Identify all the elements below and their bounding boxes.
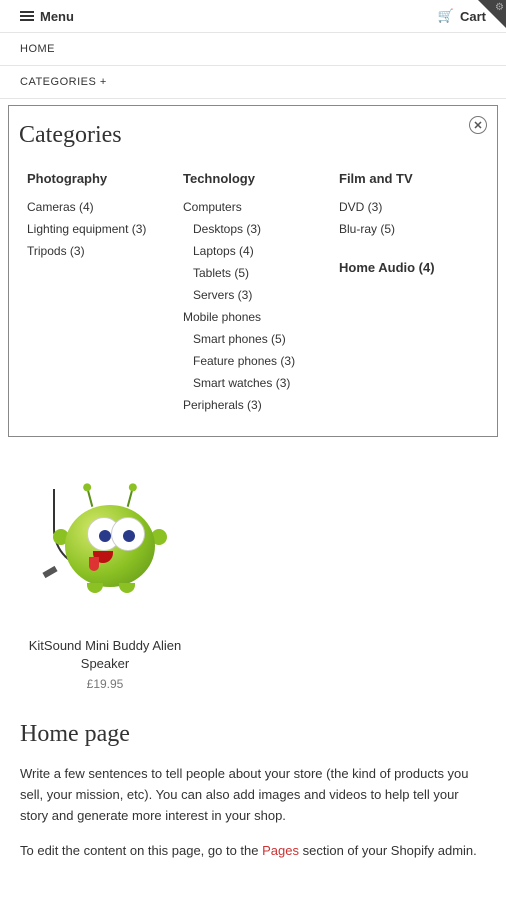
cat-link-mobile[interactable]: Mobile phones: [183, 306, 323, 328]
close-icon[interactable]: ✕: [469, 116, 487, 134]
cat-link-tablets[interactable]: Tablets (5): [183, 262, 323, 284]
col-heading[interactable]: Photography: [27, 171, 167, 186]
hamburger-icon: [20, 9, 34, 23]
category-col-filmtv: Film and TV DVD (3) Blu-ray (5) Home Aud…: [331, 165, 487, 416]
col-heading[interactable]: Film and TV: [339, 171, 479, 186]
product-price: £19.95: [20, 677, 190, 691]
home-paragraph-2: To edit the content on this page, go to …: [20, 841, 486, 862]
col-heading-homeaudio[interactable]: Home Audio (4): [339, 260, 479, 275]
col-heading[interactable]: Technology: [183, 171, 323, 186]
categories-columns: Photography Cameras (4) Lighting equipme…: [19, 165, 487, 416]
category-col-photography: Photography Cameras (4) Lighting equipme…: [19, 165, 175, 416]
cat-link-featurephones[interactable]: Feature phones (3): [183, 350, 323, 372]
cat-link-desktops[interactable]: Desktops (3): [183, 218, 323, 240]
breadcrumb[interactable]: HOME: [0, 33, 506, 66]
categories-panel: ✕ Categories Photography Cameras (4) Lig…: [8, 105, 498, 437]
menu-button[interactable]: Menu: [20, 9, 74, 24]
cat-link-lighting[interactable]: Lighting equipment (3): [27, 218, 167, 240]
home-section: Home page Write a few sentences to tell …: [0, 721, 506, 900]
gear-icon: ⚙: [495, 2, 504, 13]
menu-label: Menu: [40, 9, 74, 24]
cat-link-dvd[interactable]: DVD (3): [339, 196, 479, 218]
cat-link-cameras[interactable]: Cameras (4): [27, 196, 167, 218]
home-paragraph-1: Write a few sentences to tell people abo…: [20, 764, 486, 826]
topbar: Menu 🛒 Cart ⚙: [0, 0, 506, 33]
cat-link-servers[interactable]: Servers (3): [183, 284, 323, 306]
cat-link-bluray[interactable]: Blu-ray (5): [339, 218, 479, 240]
categories-toggle[interactable]: CATEGORIES +: [0, 66, 506, 99]
categories-title: Categories: [19, 122, 487, 149]
cat-link-peripherals[interactable]: Peripherals (3): [183, 394, 323, 416]
cat-link-laptops[interactable]: Laptops (4): [183, 240, 323, 262]
cart-icon: 🛒: [438, 8, 454, 24]
product-card[interactable]: KitSound Mini Buddy Alien Speaker £19.95: [20, 467, 190, 691]
cat-link-smartphones[interactable]: Smart phones (5): [183, 328, 323, 350]
cat-link-smartwatches[interactable]: Smart watches (3): [183, 372, 323, 394]
product-title: KitSound Mini Buddy Alien Speaker: [20, 637, 190, 673]
cat-link-tripods[interactable]: Tripods (3): [27, 240, 167, 262]
page-title: Home page: [20, 721, 486, 748]
pages-link[interactable]: Pages: [262, 843, 299, 858]
cat-link-computers[interactable]: Computers: [183, 196, 323, 218]
category-col-technology: Technology Computers Desktops (3) Laptop…: [175, 165, 331, 416]
product-image: [25, 467, 185, 627]
